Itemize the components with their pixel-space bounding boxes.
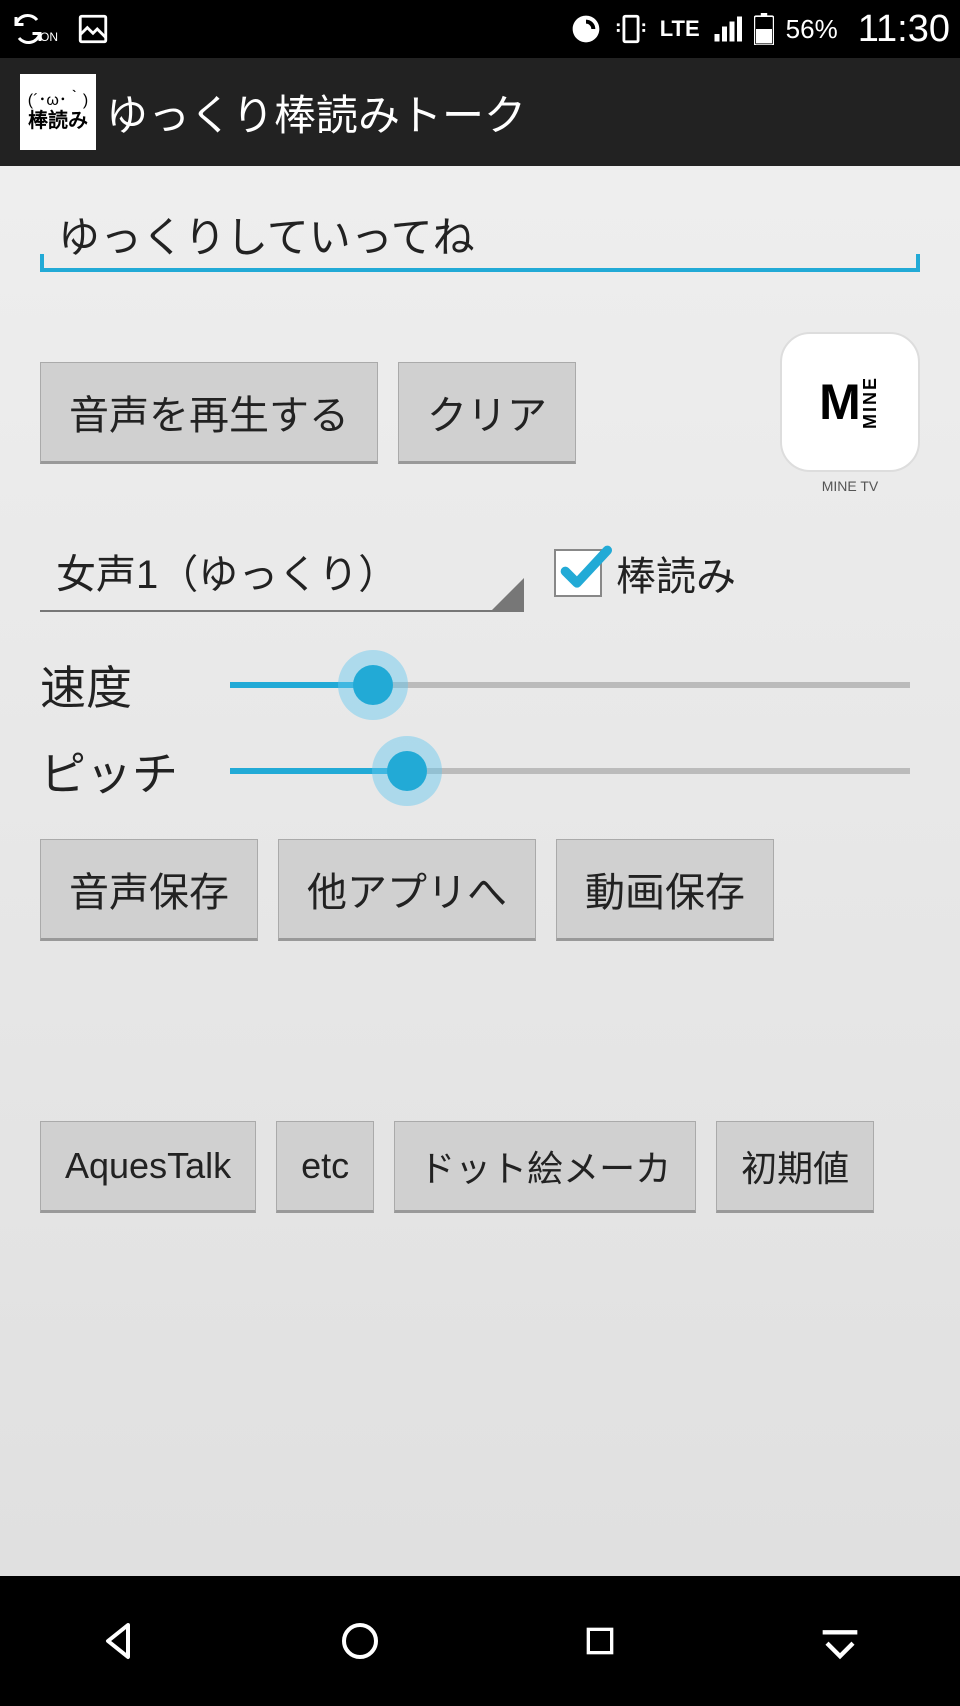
signal-icon (712, 14, 742, 44)
etc-button[interactable]: etc (276, 1121, 374, 1213)
app-title: ゆっくり棒読みトーク (106, 82, 526, 143)
ad-icon: M MINE (780, 332, 920, 472)
speed-slider[interactable] (230, 682, 910, 688)
app-icon: (´･ω･｀) 棒読み (20, 74, 96, 150)
speed-slider-row: 速度 (40, 652, 920, 718)
speed-label: 速度 (40, 652, 220, 718)
pitch-slider-row: ピッチ (40, 738, 920, 804)
recent-button[interactable] (573, 1614, 627, 1668)
voice-selector[interactable]: 女声1（ゆっくり） (40, 534, 524, 612)
ad-label: MINE TV (822, 478, 879, 494)
monotone-checkbox[interactable] (554, 549, 602, 597)
text-input-container (40, 206, 920, 272)
battery-percent: 56% (786, 14, 838, 45)
clear-button[interactable]: クリア (398, 362, 576, 464)
aquestalk-button[interactable]: AquesTalk (40, 1121, 256, 1213)
image-icon (76, 12, 110, 46)
pitch-label: ピッチ (40, 738, 220, 804)
save-audio-button[interactable]: 音声保存 (40, 839, 258, 941)
dot-maker-button[interactable]: ドット絵メーカ (394, 1121, 696, 1213)
reset-button[interactable]: 初期値 (716, 1121, 874, 1213)
play-audio-button[interactable]: 音声を再生する (40, 362, 378, 464)
status-bar: ON LTE 56% 11:30 (0, 0, 960, 58)
other-app-button[interactable]: 他アプリへ (278, 839, 536, 941)
pitch-slider[interactable] (230, 768, 910, 774)
speech-text-input[interactable] (46, 206, 914, 262)
dropdown-button[interactable] (813, 1614, 867, 1668)
lte-indicator: LTE (660, 16, 700, 42)
home-button[interactable] (333, 1614, 387, 1668)
app-header: (´･ω･｀) 棒読み ゆっくり棒読みトーク (0, 58, 960, 166)
vibrate-icon (614, 12, 648, 46)
save-video-button[interactable]: 動画保存 (556, 839, 774, 941)
back-button[interactable] (93, 1614, 147, 1668)
sync-icon: ON (10, 11, 58, 47)
battery-icon (754, 13, 774, 45)
ad-block[interactable]: M MINE MINE TV (780, 332, 920, 494)
content-area: 音声を再生する クリア M MINE MINE TV 女声1（ゆっくり） 棒読み… (0, 166, 960, 1576)
navigation-bar (0, 1576, 960, 1706)
monotone-label: 棒読み (616, 544, 736, 602)
nfc-icon (570, 13, 602, 45)
clock: 11:30 (858, 8, 950, 51)
monotone-checkbox-wrap[interactable]: 棒読み (554, 544, 736, 602)
